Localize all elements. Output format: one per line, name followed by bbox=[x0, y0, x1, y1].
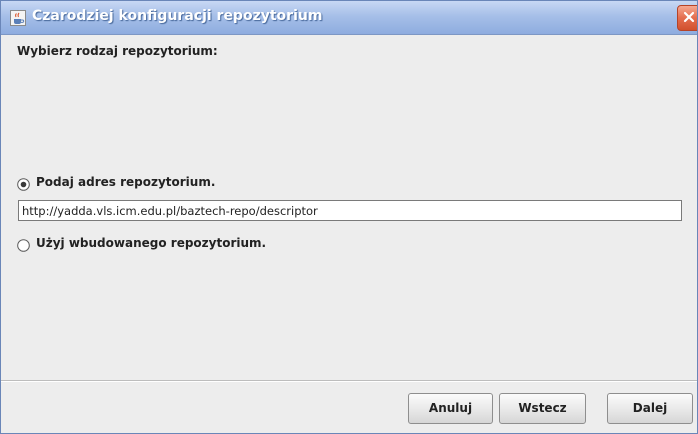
radio-label-address[interactable]: Podaj adres repozytorium. bbox=[36, 175, 215, 189]
cancel-button[interactable]: Anuluj bbox=[408, 393, 493, 424]
radio-option-address[interactable]: Podaj adres repozytorium. bbox=[17, 172, 215, 192]
radio-option-builtin[interactable]: Użyj wbudowanego repozytorium. bbox=[17, 233, 266, 253]
repository-url-input[interactable] bbox=[18, 200, 682, 221]
close-button[interactable] bbox=[677, 5, 697, 31]
wizard-window: Czarodziej konfiguracji repozytorium Wyb… bbox=[0, 0, 698, 434]
footer-separator bbox=[1, 380, 697, 382]
window-title: Czarodziej konfiguracji repozytorium bbox=[32, 8, 323, 24]
java-cup-icon bbox=[10, 10, 26, 26]
page-heading: Wybierz rodzaj repozytorium: bbox=[17, 44, 218, 58]
title-bar[interactable]: Czarodziej konfiguracji repozytorium bbox=[1, 1, 697, 35]
next-button[interactable]: Dalej bbox=[607, 393, 693, 424]
back-button[interactable]: Wstecz bbox=[499, 393, 586, 424]
close-icon bbox=[683, 11, 695, 23]
radio-label-builtin[interactable]: Użyj wbudowanego repozytorium. bbox=[36, 236, 266, 250]
radio-selected-icon[interactable] bbox=[17, 176, 30, 191]
radio-unselected-icon[interactable] bbox=[17, 237, 30, 252]
